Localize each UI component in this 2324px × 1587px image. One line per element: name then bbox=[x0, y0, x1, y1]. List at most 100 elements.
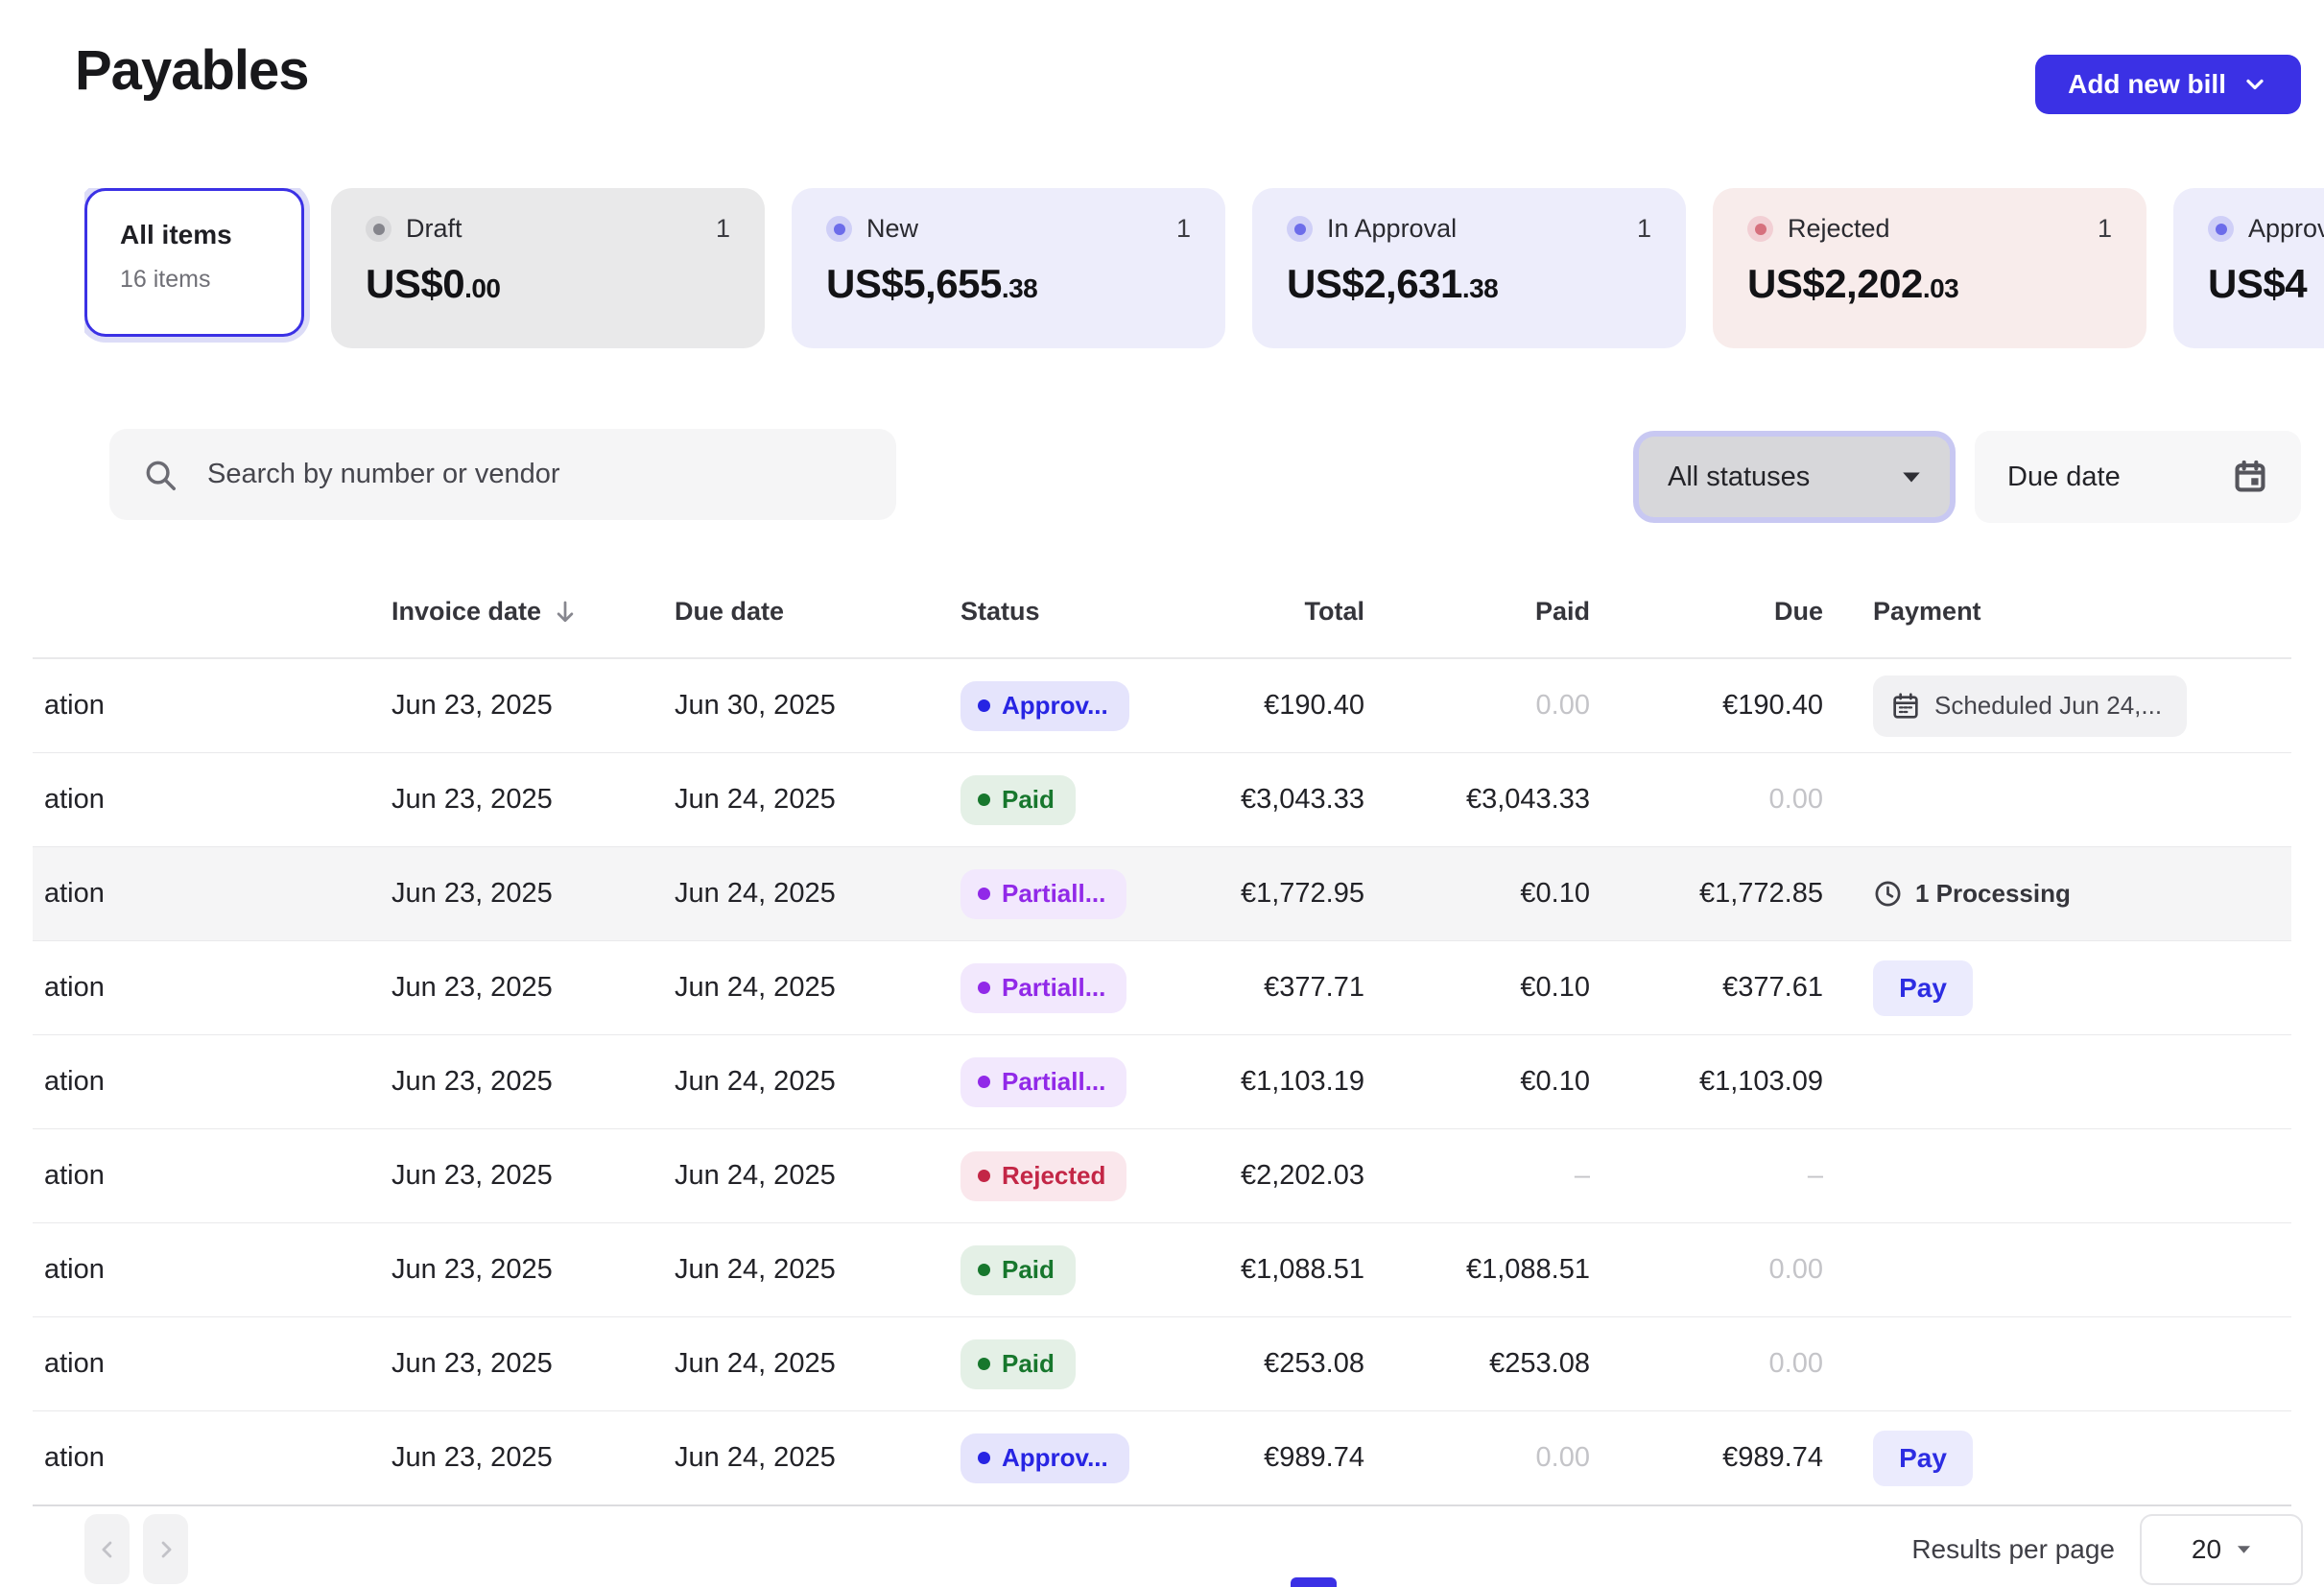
table-row[interactable]: ationJun 23, 2025Jun 24, 2025Paid€3,043.… bbox=[33, 753, 2291, 847]
status-badge: Rejected bbox=[960, 1151, 1126, 1201]
filter-card-approved[interactable]: Approved US$4 bbox=[2173, 188, 2324, 348]
filter-card-draft[interactable]: Draft1US$0.00 bbox=[331, 188, 765, 348]
status-badge-label: Rejected bbox=[1002, 1161, 1105, 1191]
filter-card-rejected[interactable]: Rejected1US$2,202.03 bbox=[1713, 188, 2146, 348]
card-label: New bbox=[866, 214, 918, 244]
filter-card-in-approval[interactable]: In Approval1 US$2,631.38 bbox=[1252, 188, 1686, 348]
due-date-filter[interactable]: Due date bbox=[1975, 431, 2301, 523]
page-size-value: 20 bbox=[2192, 1534, 2221, 1565]
filter-card-new[interactable]: New1 US$5,655.38 bbox=[792, 188, 1225, 348]
page-size-dropdown[interactable]: 20 bbox=[2140, 1514, 2303, 1585]
status-dot-icon bbox=[978, 794, 990, 806]
due-cell: €1,103.09 bbox=[1590, 1066, 1823, 1098]
vendor-cell: ation bbox=[33, 1348, 391, 1380]
status-filter-dropdown[interactable]: All statuses bbox=[1639, 437, 1950, 517]
status-cell: Approv... bbox=[960, 1433, 1174, 1483]
card-amount-main: US$5,655 bbox=[826, 261, 1002, 306]
pay-button[interactable]: Pay bbox=[1873, 960, 1973, 1016]
status-dot bbox=[373, 224, 385, 235]
col-due: Due bbox=[1590, 597, 1823, 627]
status-badge-label: Approv... bbox=[1002, 1443, 1108, 1473]
card-label: In Approval bbox=[1327, 214, 1457, 244]
card-amount-fraction: .38 bbox=[1002, 273, 1037, 303]
due-date-cell: Jun 24, 2025 bbox=[675, 878, 960, 910]
card-top: In Approval1 bbox=[1287, 214, 1651, 244]
status-badge: Approv... bbox=[960, 681, 1129, 731]
payables-table: Invoice date Due date Status Total Paid … bbox=[33, 566, 2291, 1506]
payment-cell: Pay bbox=[1823, 1431, 2291, 1486]
vendor-cell: ation bbox=[33, 1254, 391, 1286]
status-dot-icon bbox=[366, 216, 391, 242]
due-cell: 0.00 bbox=[1590, 1254, 1823, 1286]
status-dot-icon bbox=[1747, 216, 1773, 242]
invoice-date-cell: Jun 23, 2025 bbox=[391, 878, 675, 910]
vendor-cell: ation bbox=[33, 784, 391, 816]
next-page-button[interactable] bbox=[143, 1514, 188, 1584]
all-items-title: All items bbox=[120, 220, 301, 250]
vendor-cell: ation bbox=[33, 1160, 391, 1192]
pay-button[interactable]: Pay bbox=[1873, 1431, 1973, 1486]
due-cell: €1,772.85 bbox=[1590, 878, 1823, 910]
table-row[interactable]: ationJun 23, 2025Jun 24, 2025Paid€253.08… bbox=[33, 1317, 2291, 1411]
add-new-bill-button[interactable]: Add new bill bbox=[2035, 55, 2301, 114]
status-cell: Approv... bbox=[960, 681, 1174, 731]
pagination bbox=[84, 1514, 188, 1584]
caret-down-icon bbox=[2237, 1545, 2251, 1554]
due-date-cell: Jun 24, 2025 bbox=[675, 972, 960, 1004]
card-amount-fraction: .38 bbox=[1462, 273, 1498, 303]
card-amount-main: US$2,202 bbox=[1747, 261, 1923, 306]
chevron-right-icon bbox=[153, 1536, 179, 1563]
add-new-bill-label: Add new bill bbox=[2068, 69, 2226, 100]
due-date-cell: Jun 30, 2025 bbox=[675, 690, 960, 722]
status-cell: Partiall... bbox=[960, 1057, 1174, 1107]
status-badge-label: Partiall... bbox=[1002, 879, 1105, 909]
table-row[interactable]: ationJun 23, 2025Jun 24, 2025Approv...€9… bbox=[33, 1411, 2291, 1506]
prev-page-button[interactable] bbox=[84, 1514, 130, 1584]
card-top: New1 bbox=[826, 214, 1191, 244]
status-cell: Paid bbox=[960, 775, 1174, 825]
card-count: 1 bbox=[716, 214, 730, 244]
paid-cell: 0.00 bbox=[1364, 690, 1590, 722]
search-field[interactable] bbox=[109, 429, 896, 520]
card-label: Approved bbox=[2248, 214, 2324, 244]
search-input[interactable] bbox=[205, 458, 864, 491]
status-dot-icon bbox=[1287, 216, 1313, 242]
col-due-date: Due date bbox=[675, 597, 960, 627]
table-row[interactable]: ationJun 23, 2025Jun 30, 2025Approv...€1… bbox=[33, 659, 2291, 753]
processing-label: 1 Processing bbox=[1915, 879, 2071, 909]
table-row[interactable]: ationJun 23, 2025Jun 24, 2025 Partiall...… bbox=[33, 847, 2291, 941]
status-dot-icon bbox=[978, 1264, 990, 1276]
table-row[interactable]: ationJun 23, 2025Jun 24, 2025Rejected€2,… bbox=[33, 1129, 2291, 1223]
paid-cell: 0.00 bbox=[1364, 1442, 1590, 1474]
table-row[interactable]: ationJun 23, 2025Jun 24, 2025Partiall...… bbox=[33, 1035, 2291, 1129]
results-per-page-label: Results per page bbox=[1911, 1534, 2115, 1565]
status-dot-icon bbox=[978, 1076, 990, 1088]
total-cell: €253.08 bbox=[1174, 1348, 1364, 1380]
card-count: 1 bbox=[2098, 214, 2112, 244]
card-amount-fraction: .00 bbox=[464, 273, 500, 303]
due-cell: 0.00 bbox=[1590, 1348, 1823, 1380]
col-invoice-date[interactable]: Invoice date bbox=[391, 597, 675, 627]
invoice-date-cell: Jun 23, 2025 bbox=[391, 690, 675, 722]
table-row[interactable]: ationJun 23, 2025Jun 24, 2025Paid€1,088.… bbox=[33, 1223, 2291, 1317]
table-row[interactable]: ationJun 23, 2025Jun 24, 2025Partiall...… bbox=[33, 941, 2291, 1035]
due-date-cell: Jun 24, 2025 bbox=[675, 1066, 960, 1098]
card-amount: US$4 bbox=[2208, 261, 2324, 307]
total-cell: €989.74 bbox=[1174, 1442, 1364, 1474]
sort-down-icon bbox=[551, 598, 580, 627]
status-badge: Paid bbox=[960, 775, 1076, 825]
status-badge-label: Partiall... bbox=[1002, 1067, 1105, 1097]
processing-status: 1 Processing bbox=[1873, 879, 2071, 909]
due-date-cell: Jun 24, 2025 bbox=[675, 1254, 960, 1286]
filter-card-all-items[interactable]: All items 16 items bbox=[84, 188, 304, 337]
vendor-cell: ation bbox=[33, 878, 391, 910]
invoice-date-cell: Jun 23, 2025 bbox=[391, 972, 675, 1004]
status-badge: Approv... bbox=[960, 1433, 1129, 1483]
due-cell: €989.74 bbox=[1590, 1442, 1823, 1474]
paid-cell: €0.10 bbox=[1364, 1066, 1590, 1098]
status-badge: Partiall... bbox=[960, 869, 1126, 919]
total-cell: €3,043.33 bbox=[1174, 784, 1364, 816]
total-cell: €1,088.51 bbox=[1174, 1254, 1364, 1286]
card-amount: US$2,631.38 bbox=[1287, 261, 1651, 307]
vendor-cell: ation bbox=[33, 1066, 391, 1098]
